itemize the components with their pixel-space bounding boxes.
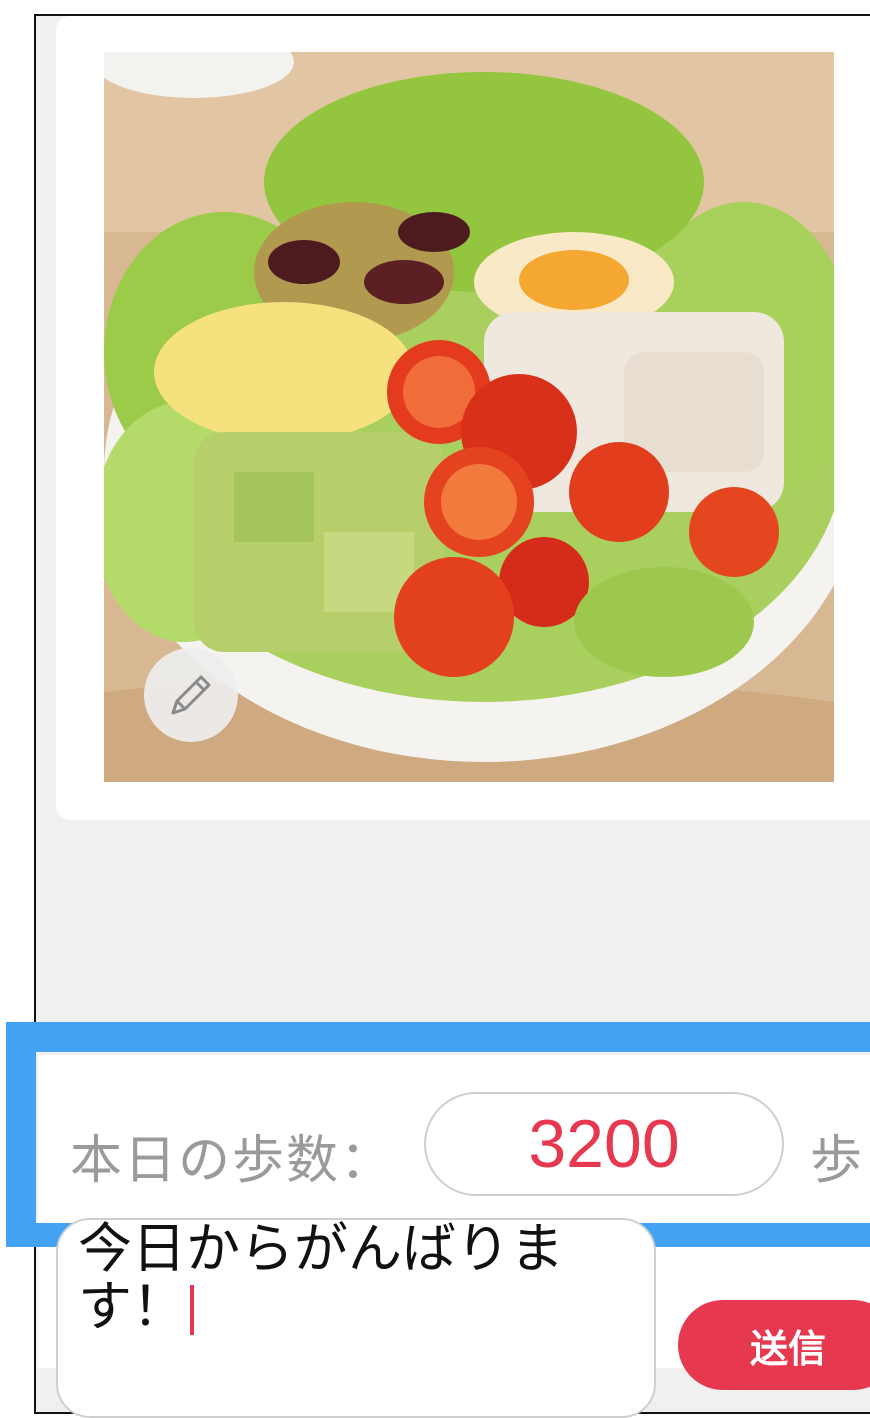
pencil-icon bbox=[171, 675, 211, 715]
steps-unit: 歩 bbox=[810, 1131, 863, 1191]
comment-text: 今日からがんばりま す！ bbox=[78, 1218, 564, 1338]
edit-photo-button[interactable] bbox=[144, 648, 238, 742]
steps-label: 本日の歩数： bbox=[70, 1131, 395, 1191]
steps-input[interactable]: 3200 bbox=[424, 1092, 784, 1196]
comment-input[interactable]: 今日からがんばりま す！ bbox=[56, 1218, 656, 1418]
text-caret bbox=[190, 1285, 194, 1336]
steps-value: 3200 bbox=[528, 1106, 680, 1182]
send-button[interactable]: 送信 bbox=[678, 1300, 870, 1390]
